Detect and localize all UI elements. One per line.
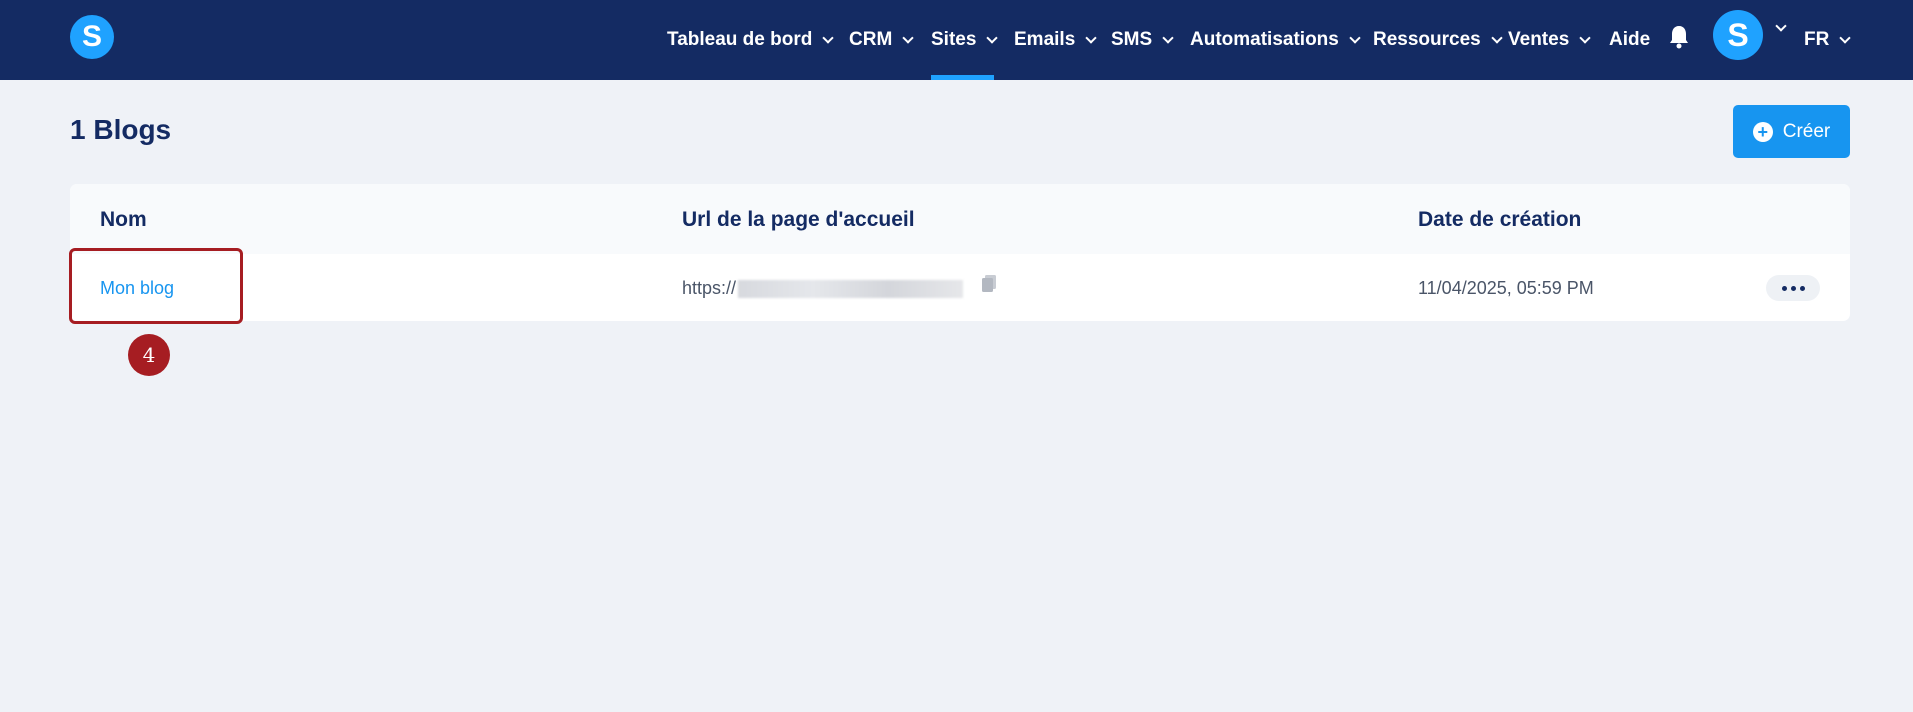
table-row: Mon blog https:// 11/04/2025, 05:59 PM <box>70 254 1850 321</box>
nav-item-crm[interactable]: CRM <box>849 0 914 80</box>
chevron-down-icon <box>1085 31 1097 44</box>
url-prefix: https:// <box>682 278 737 298</box>
column-header-url: Url de la page d'accueil <box>682 208 915 231</box>
chevron-down-icon <box>902 31 914 44</box>
more-dot <box>1799 285 1805 291</box>
nav-item-label: Aide <box>1609 29 1651 50</box>
nav-item-ressources[interactable]: Ressources <box>1373 0 1503 80</box>
user-avatar[interactable]: S <box>1713 10 1763 60</box>
nav-item-label: Tableau de bord <box>667 29 813 50</box>
nav-item-automatisations[interactable]: Automatisations <box>1190 0 1361 80</box>
page-title: 1 Blogs <box>70 114 172 145</box>
chevron-down-icon <box>1491 31 1503 44</box>
nav-item-label: Ventes <box>1508 29 1570 50</box>
annotation-step-badge: 4 <box>128 334 170 376</box>
language-label: FR <box>1804 29 1830 50</box>
nav-item-aide[interactable]: Aide <box>1609 0 1650 80</box>
more-dot <box>1790 285 1796 291</box>
chevron-down-icon <box>1839 31 1851 44</box>
chevron-down-icon <box>986 31 999 44</box>
column-header-name: Nom <box>100 208 147 231</box>
active-nav-indicator <box>931 75 994 80</box>
row-actions-menu-button[interactable] <box>1766 275 1820 301</box>
top-navbar: S Tableau de bord CRM Sites Emails SMS A… <box>0 0 1913 80</box>
nav-item-label: Automatisations <box>1190 29 1339 50</box>
more-dot <box>1781 285 1787 291</box>
chevron-down-icon <box>1162 31 1174 44</box>
nav-item-tableau-de-bord[interactable]: Tableau de bord <box>667 0 835 80</box>
creation-date: 11/04/2025, 05:59 PM <box>1418 278 1594 298</box>
column-header-date: Date de création <box>1418 208 1582 231</box>
chevron-down-icon <box>1349 31 1361 44</box>
nav-item-label: Emails <box>1014 29 1076 50</box>
bell-icon[interactable] <box>1668 24 1690 50</box>
chevron-down-icon <box>1579 31 1591 44</box>
copy-icon[interactable] <box>980 274 998 294</box>
language-selector[interactable]: FR <box>1804 0 1851 80</box>
nav-item-label: Sites <box>931 29 977 50</box>
nav-item-label: SMS <box>1111 29 1153 50</box>
plus-circle-icon: + <box>1752 121 1773 142</box>
homepage-url: https:// <box>682 278 964 299</box>
create-button-label: Créer <box>1782 120 1831 142</box>
nav-item-label: Ressources <box>1373 29 1481 50</box>
annotation-highlight-box <box>69 248 243 324</box>
main-nav: Tableau de bord CRM Sites Emails SMS Aut… <box>0 0 1913 80</box>
nav-item-label: CRM <box>849 29 893 50</box>
table-header: Nom Url de la page d'accueil Date de cré… <box>70 184 1850 254</box>
blogs-table: Nom Url de la page d'accueil Date de cré… <box>70 184 1850 321</box>
nav-item-sites[interactable]: Sites <box>931 0 999 80</box>
create-button[interactable]: + Créer <box>1733 105 1850 158</box>
nav-item-sms[interactable]: SMS <box>1111 0 1174 80</box>
chevron-down-icon <box>822 31 835 44</box>
nav-item-emails[interactable]: Emails <box>1014 0 1097 80</box>
url-redacted <box>738 279 964 298</box>
nav-item-ventes[interactable]: Ventes <box>1508 0 1591 80</box>
